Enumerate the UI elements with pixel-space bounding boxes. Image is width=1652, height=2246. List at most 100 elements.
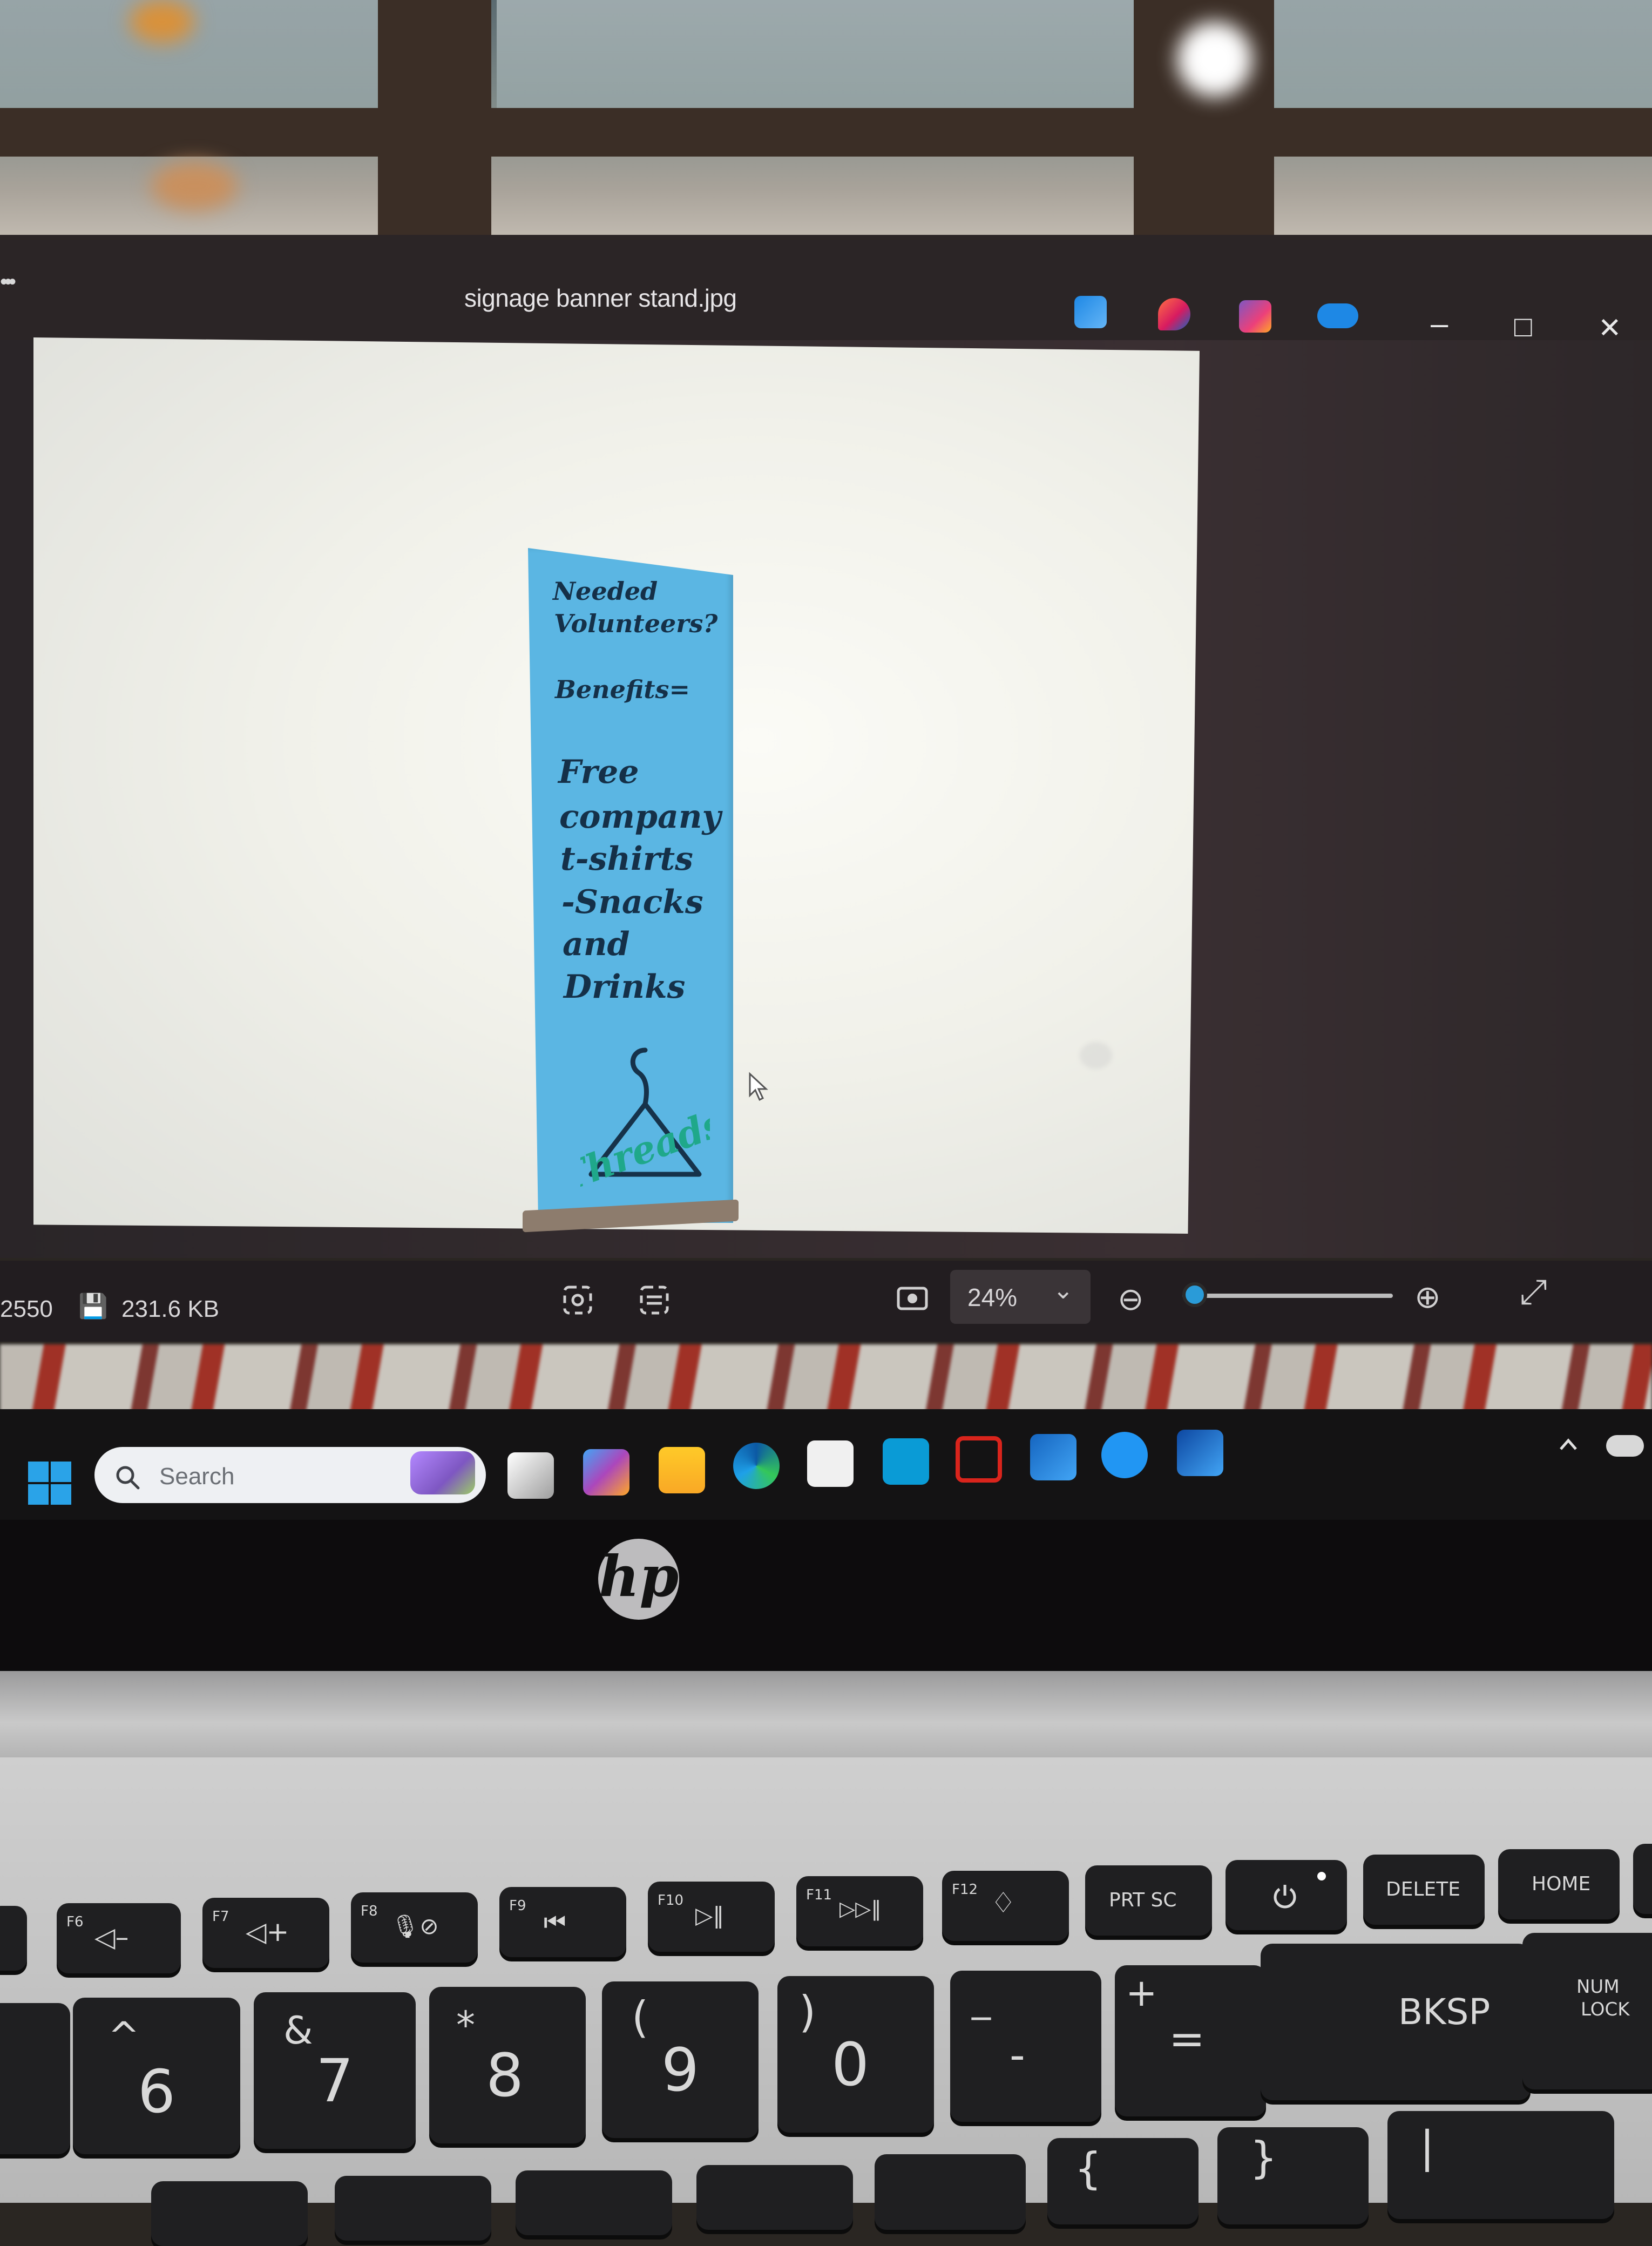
previous-track-icon: ⏮: [544, 1907, 566, 1937]
key-0[interactable]: ) 0: [777, 1976, 934, 2133]
key-minus[interactable]: _ -: [950, 1971, 1101, 2122]
banner-line-company: company: [559, 798, 721, 836]
viewer-titlebar: [0, 235, 1652, 343]
window-title: signage banner stand.jpg: [464, 284, 737, 312]
key-partial[interactable]: [335, 2176, 491, 2241]
search-highlight-icon: [410, 1451, 475, 1494]
zoom-out-icon[interactable]: ⊖: [1118, 1281, 1144, 1317]
cloud-icon[interactable]: [1606, 1435, 1644, 1457]
volume-up-icon: ◁+: [246, 1916, 289, 1947]
key-backspace[interactable]: BKSP: [1261, 1944, 1531, 2100]
search-icon: [116, 1466, 140, 1490]
file-explorer-icon[interactable]: [659, 1447, 705, 1493]
key-partial[interactable]: [0, 2003, 70, 2154]
photos-app-icon[interactable]: [1074, 296, 1107, 328]
designer-app-icon[interactable]: [1158, 298, 1190, 330]
background-tablecloth: [0, 1344, 1652, 1415]
key-8[interactable]: * 8: [429, 1987, 586, 2143]
chevron-up-icon[interactable]: [1558, 1436, 1579, 1452]
key-7[interactable]: & 7: [254, 1992, 416, 2149]
key-f7[interactable]: F7 ◁+: [202, 1898, 329, 1968]
laptop-hinge: [0, 1671, 1652, 1757]
banner-line-tshirts: t-shirts: [560, 840, 693, 878]
key-f10[interactable]: F10 ▷‖: [648, 1882, 775, 1952]
background-window-scene: [0, 0, 1652, 254]
zoom-in-icon[interactable]: ⊕: [1414, 1278, 1441, 1315]
onedrive-icon[interactable]: [1317, 303, 1358, 328]
image-dimensions: 2550: [0, 1296, 53, 1322]
close-button[interactable]: ✕: [1598, 312, 1622, 344]
save-icon: 💾: [78, 1293, 108, 1320]
key-partial[interactable]: [0, 1906, 27, 1971]
key-partial[interactable]: [1633, 1844, 1652, 1914]
key-f9[interactable]: F9 ⏮: [499, 1887, 626, 1957]
threads-hanger-logo: Threads: [580, 1047, 710, 1201]
window-pane: [497, 0, 1134, 108]
power-icon: [1274, 1885, 1296, 1909]
key-prt-sc[interactable]: PRT SC: [1085, 1865, 1212, 1936]
key-backslash[interactable]: |: [1387, 2111, 1614, 2219]
key-6[interactable]: ^ 6: [73, 1998, 240, 2154]
key-f6[interactable]: F6 ◁–: [57, 1903, 181, 1973]
crop-select-icon[interactable]: [561, 1284, 594, 1316]
key-num-lock[interactable]: NUM LOCK: [1522, 1933, 1652, 2089]
actual-size-icon[interactable]: [896, 1285, 929, 1312]
key-equals[interactable]: + =: [1115, 1965, 1266, 2116]
next-track-icon: ▷▷‖: [839, 1897, 882, 1920]
power-led: [1317, 1872, 1326, 1880]
window-pane: [1274, 0, 1652, 108]
project-icon: ♢: [991, 1887, 1016, 1919]
microsoft-store-icon[interactable]: [807, 1440, 854, 1487]
windows-start-icon[interactable]: [27, 1460, 72, 1506]
key-f12[interactable]: F12 ♢: [942, 1871, 1069, 1941]
key-power[interactable]: [1226, 1860, 1347, 1930]
help-icon[interactable]: [1101, 1432, 1148, 1478]
key-partial[interactable]: [875, 2154, 1026, 2230]
myhp-icon[interactable]: [883, 1438, 929, 1485]
key-partial[interactable]: [516, 2170, 672, 2235]
maximize-button[interactable]: □: [1514, 310, 1532, 343]
banner-line-volunteers: Volunteers?: [554, 609, 718, 638]
fullscreen-icon[interactable]: ⤢: [1520, 1271, 1547, 1312]
chevron-down-icon[interactable]: ⌄: [1053, 1275, 1074, 1304]
task-view-icon[interactable]: [507, 1452, 554, 1499]
clipchamp-icon[interactable]: [1239, 300, 1271, 333]
bokeh-light: [130, 0, 194, 43]
file-size: 231.6 KB: [121, 1296, 220, 1322]
bokeh-light: [1177, 22, 1252, 97]
zoom-slider-track[interactable]: [1193, 1294, 1393, 1298]
key-home[interactable]: HOME: [1498, 1849, 1620, 1919]
text-recognition-icon[interactable]: [638, 1284, 671, 1316]
volume-down-icon: ◁–: [94, 1922, 129, 1953]
key-f11[interactable]: F11 ▷▷‖: [796, 1876, 923, 1946]
window-frame: [0, 108, 1652, 157]
banner-line-snacks: -Snacks: [561, 883, 703, 921]
banner-line-free: Free: [558, 753, 639, 791]
threads-logo-text: Threads: [580, 1100, 710, 1201]
edge-browser-icon[interactable]: [733, 1443, 780, 1489]
key-9[interactable]: ( 9: [602, 1981, 759, 2138]
key-close-bracket[interactable]: }: [1217, 2127, 1369, 2224]
mouse-cursor-icon: [749, 1072, 768, 1101]
play-pause-icon: ▷‖: [695, 1902, 725, 1929]
banner-line-needed: Needed: [553, 577, 658, 606]
hp-brand-logo: hp: [598, 1539, 679, 1620]
mcafee-icon[interactable]: [956, 1436, 1002, 1483]
photos-taskbar-icon[interactable]: [1177, 1430, 1223, 1476]
key-delete[interactable]: DELETE: [1363, 1855, 1485, 1925]
menu-dots-icon[interactable]: •••: [0, 270, 16, 294]
bokeh-light: [151, 162, 238, 211]
banner-line-drinks: Drinks: [564, 968, 686, 1006]
minimize-button[interactable]: –: [1431, 308, 1448, 340]
outlook-icon[interactable]: [1030, 1434, 1076, 1480]
key-f8[interactable]: F8 🎙⊘: [351, 1892, 478, 1963]
copilot-icon[interactable]: [583, 1449, 629, 1496]
key-partial[interactable]: [696, 2165, 853, 2230]
laptop-bezel: [0, 1520, 1652, 1682]
banner-line-benefits: Benefits=: [555, 675, 690, 704]
zoom-slider-thumb[interactable]: [1182, 1282, 1207, 1307]
mic-mute-icon: 🎙⊘: [391, 1913, 439, 1939]
key-open-bracket[interactable]: {: [1047, 2138, 1199, 2224]
key-partial[interactable]: [151, 2181, 308, 2246]
screen-smudge: [1080, 1042, 1112, 1069]
